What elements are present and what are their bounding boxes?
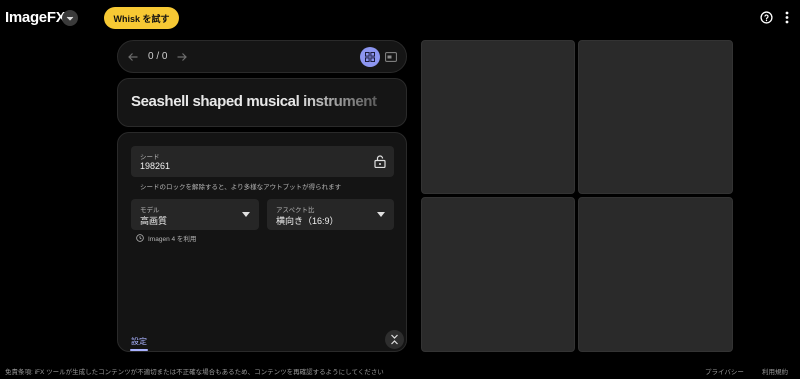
model-label: モデル xyxy=(140,207,160,214)
seed-label: シード xyxy=(140,154,160,161)
grid-view-icon xyxy=(365,52,375,62)
app-switcher-button[interactable] xyxy=(62,10,78,26)
single-view-button[interactable] xyxy=(384,50,398,64)
top-bar: ImageFX Whisk を試す xyxy=(0,0,800,36)
seed-value[interactable]: 198261 xyxy=(140,161,170,171)
result-counter: 0 / 0 xyxy=(148,51,168,62)
grid-view-button[interactable] xyxy=(360,47,380,67)
seed-help-text: シードのロックを解除すると、より多様なアウトプットが得られます xyxy=(140,184,342,191)
aspect-value: 横向き（16:9） xyxy=(276,216,339,226)
image-placeholder[interactable] xyxy=(578,40,733,194)
model-value: 高画質 xyxy=(140,216,168,226)
arrow-forward-icon[interactable] xyxy=(176,51,188,63)
disclaimer-text: 免責条項: iFX ツールが生成したコンテンツが不適切または不正確な場合もあるた… xyxy=(5,369,384,376)
dropdown-arrow-icon xyxy=(377,212,385,217)
seed-field[interactable]: シード 198261 xyxy=(131,146,394,177)
image-placeholder[interactable] xyxy=(421,40,575,194)
dropdown-arrow-icon xyxy=(242,212,250,217)
model-note: Imagen 4 を利用 xyxy=(136,233,196,243)
clock-icon xyxy=(136,234,144,242)
prompt-text[interactable]: Seashell shaped musical instrument xyxy=(131,93,401,110)
model-select[interactable]: モデル 高画質 xyxy=(131,199,259,230)
terms-link[interactable]: 利用規約 xyxy=(762,366,788,376)
tab-active-indicator xyxy=(130,349,148,351)
aspect-ratio-select[interactable]: アスペクト比 横向き（16:9） xyxy=(267,199,394,230)
collapse-settings-button[interactable] xyxy=(385,330,404,349)
model-note-text: Imagen 4 を利用 xyxy=(148,236,197,243)
chevron-down-icon xyxy=(66,16,74,21)
settings-panel: シード 198261 シードのロックを解除すると、より多様なアウトプットが得られ… xyxy=(117,132,407,352)
lock-open-icon[interactable] xyxy=(374,155,386,168)
footer: 免責条項: iFX ツールが生成したコンテンツが不適切または不正確な場合もあるた… xyxy=(0,362,800,379)
tab-settings[interactable]: 設定 xyxy=(131,336,147,347)
prompt-box[interactable]: Seashell shaped musical instrument xyxy=(117,78,407,127)
image-placeholder[interactable] xyxy=(421,197,575,352)
aspect-label: アスペクト比 xyxy=(276,207,315,214)
app-title: ImageFX xyxy=(5,9,66,26)
try-whisk-button[interactable]: Whisk を試す xyxy=(104,7,179,29)
more-vert-icon[interactable] xyxy=(785,11,789,24)
unfold-less-icon xyxy=(391,334,398,345)
help-circle-icon[interactable] xyxy=(760,11,773,24)
image-placeholder[interactable] xyxy=(578,197,733,352)
single-view-icon xyxy=(385,52,397,62)
privacy-link[interactable]: プライバシー xyxy=(705,366,744,376)
result-navigation-bar: 0 / 0 xyxy=(117,40,407,73)
arrow-back-icon[interactable] xyxy=(127,51,139,63)
